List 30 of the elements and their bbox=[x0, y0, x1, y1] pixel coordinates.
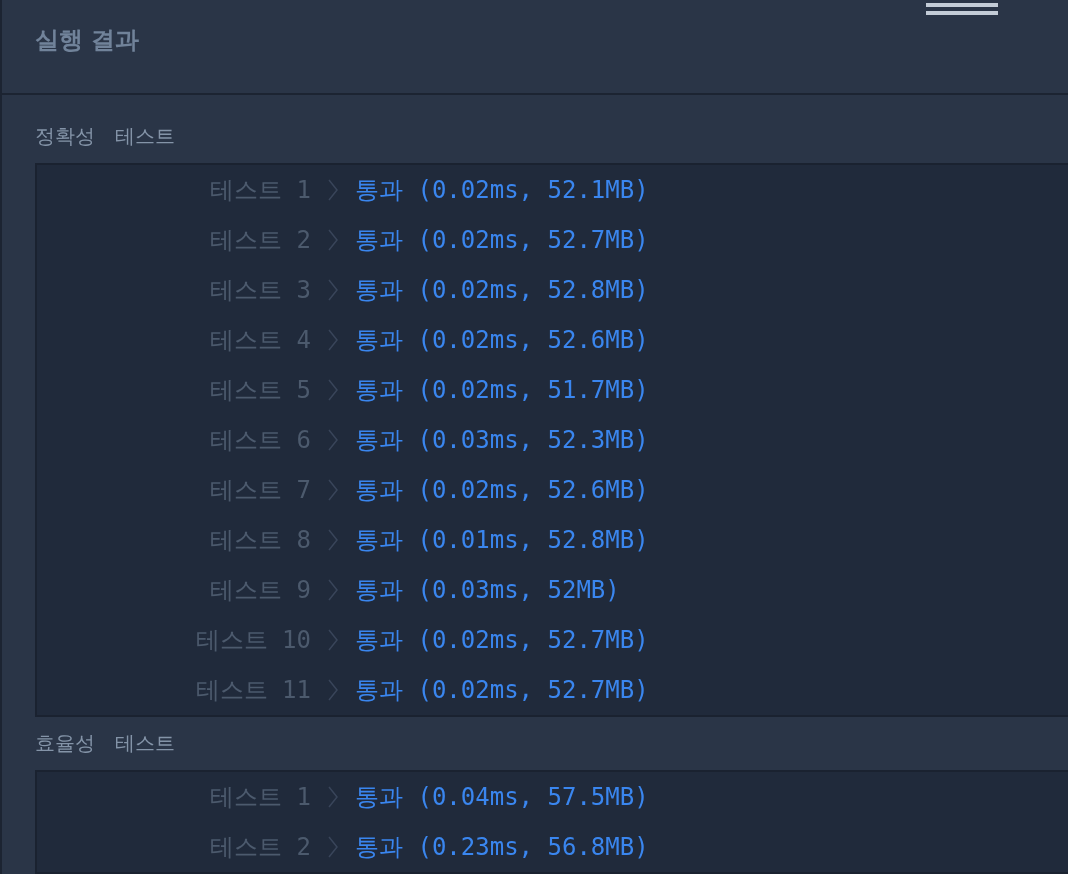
test-result: 통과 (0.03ms, 52.3MB) bbox=[355, 425, 650, 456]
chevron-icon bbox=[328, 229, 338, 251]
chevron-icon bbox=[328, 279, 338, 301]
test-result: 통과 (0.02ms, 52.1MB) bbox=[355, 175, 650, 206]
test-result: 통과 (0.02ms, 51.7MB) bbox=[355, 375, 650, 406]
test-result: 통과 (0.01ms, 52.8MB) bbox=[355, 525, 650, 556]
chevron-icon bbox=[328, 579, 338, 601]
test-result: 통과 (0.02ms, 52.6MB) bbox=[355, 325, 650, 356]
chevron-icon bbox=[328, 629, 338, 651]
test-result: 통과 (0.02ms, 52.7MB) bbox=[355, 225, 650, 256]
chevron-icon bbox=[328, 479, 338, 501]
chevron-icon bbox=[328, 786, 338, 808]
chevron-icon bbox=[328, 836, 338, 858]
panel-title: 실행 결과 bbox=[35, 26, 140, 54]
chevron-icon bbox=[328, 379, 338, 401]
handle-icon[interactable] bbox=[926, 3, 998, 15]
test-result: 통과 (0.03ms, 52MB) bbox=[355, 575, 621, 606]
test-result: 통과 (0.23ms, 56.8MB) bbox=[355, 832, 650, 863]
test-result: 통과 (0.04ms, 57.5MB) bbox=[355, 782, 650, 813]
chevron-icon bbox=[328, 529, 338, 551]
section-label: 효율성 테스트 bbox=[35, 730, 176, 757]
chevron-icon bbox=[328, 429, 338, 451]
chevron-icon bbox=[328, 679, 338, 701]
chevron-icon bbox=[328, 329, 338, 351]
test-result: 통과 (0.02ms, 52.7MB) bbox=[355, 625, 650, 656]
chevron-icon bbox=[328, 179, 338, 201]
test-result: 통과 (0.02ms, 52.6MB) bbox=[355, 475, 650, 506]
test-result: 통과 (0.02ms, 52.7MB) bbox=[355, 675, 650, 706]
section-label: 정확성 테스트 bbox=[35, 123, 176, 150]
test-result: 통과 (0.02ms, 52.8MB) bbox=[355, 275, 650, 306]
